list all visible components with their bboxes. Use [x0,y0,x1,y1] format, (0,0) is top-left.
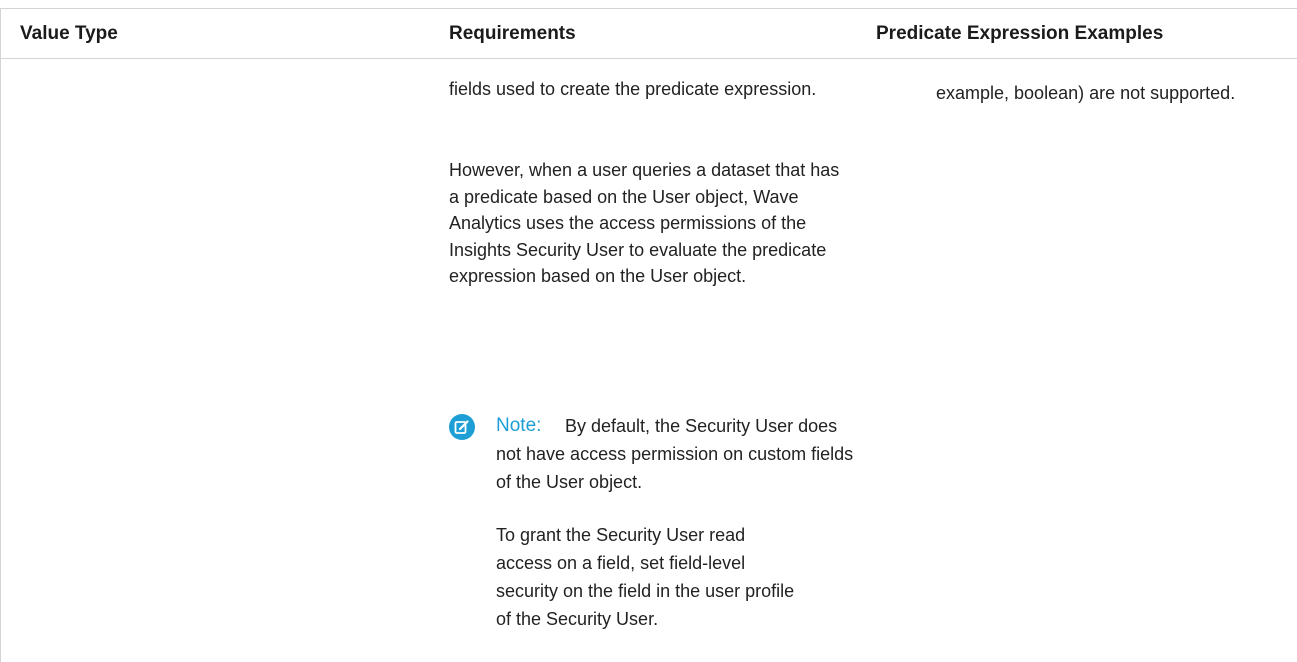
table-header-divider [0,58,1297,59]
edit-note-icon [449,414,475,440]
note-text: By default, the Security User does not h… [496,416,854,492]
column-header-value-type: Value Type [20,23,118,44]
note-paragraph-2: To grant the Security User read access o… [496,525,795,629]
column-header-examples: Predicate Expression Examples [876,23,1164,44]
requirements-paragraph-2: However, when a user queries a dataset t… [449,160,840,286]
table-left-border [0,8,1,662]
requirements-paragraph-1: fields used to create the predicate expr… [449,79,817,99]
column-header-requirements: Requirements [449,23,576,44]
requirements-table: Value Type Requirements Predicate Expres… [0,0,1297,662]
table-top-border [0,8,1297,9]
examples-paragraph-1: example, boolean) are not supported. [936,83,1236,103]
